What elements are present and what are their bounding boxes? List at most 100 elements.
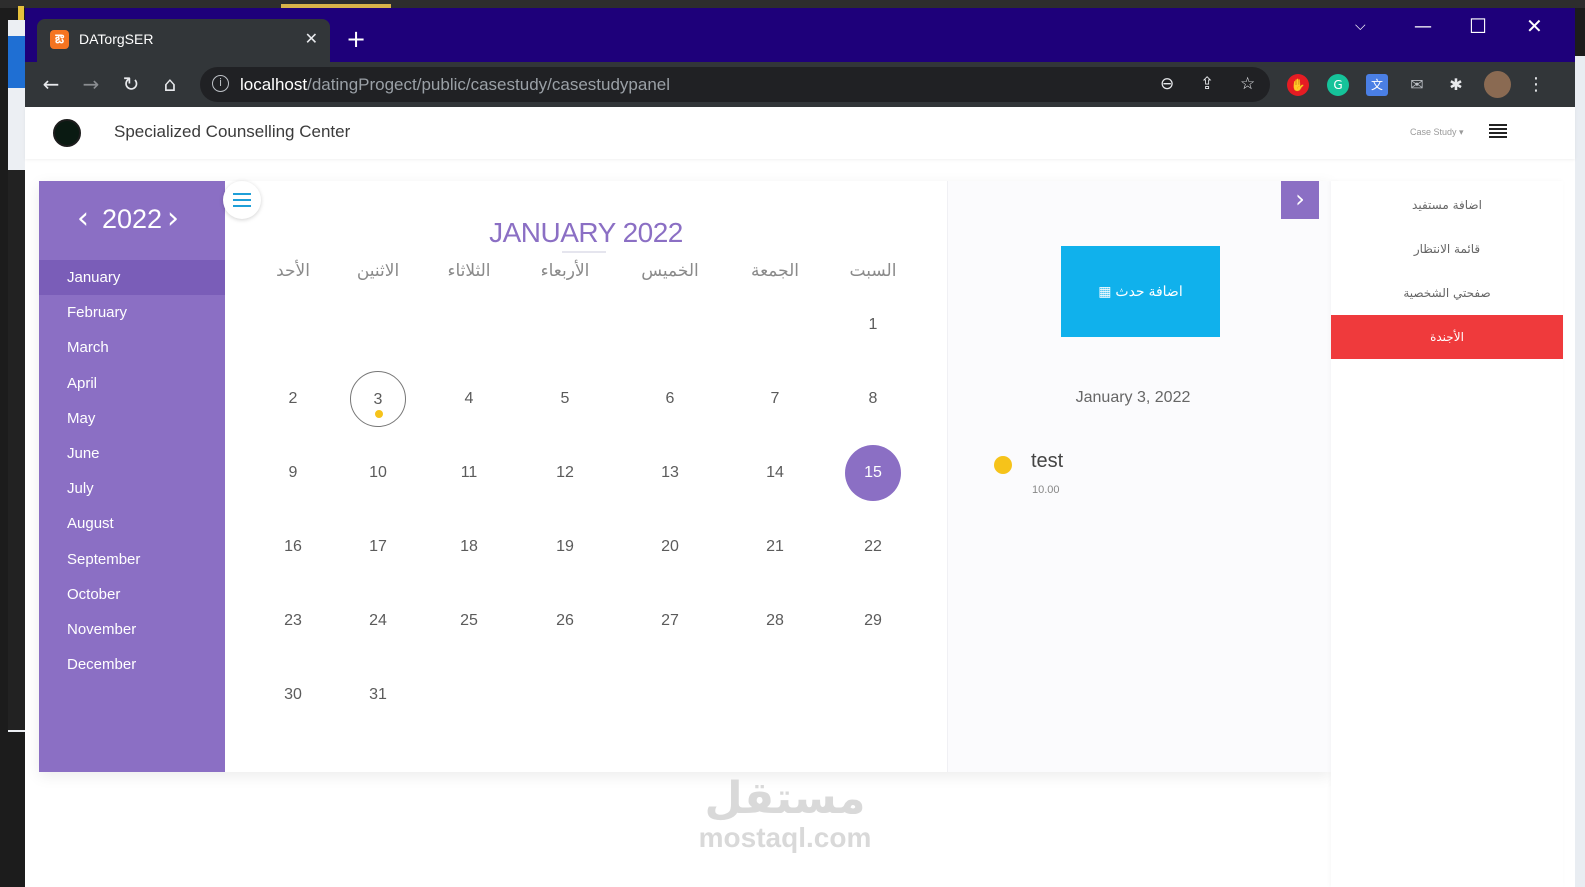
- url-text[interactable]: localhost/datingProgect/public/casestudy…: [240, 75, 670, 95]
- browser-menu-icon[interactable]: ⋮: [1525, 74, 1547, 96]
- year-prev-icon[interactable]: ‹: [77, 199, 89, 239]
- month-item[interactable]: October: [39, 577, 225, 612]
- forward-icon[interactable]: →: [78, 71, 104, 97]
- center-logo[interactable]: [53, 119, 81, 147]
- day-cell[interactable]: 31: [350, 667, 406, 723]
- day-cell[interactable]: 5: [537, 371, 593, 427]
- day-number: 20: [661, 538, 679, 555]
- day-cell[interactable]: 15: [845, 445, 901, 501]
- side-navigation: اضافة مستفيد قائمة الانتظار صفحتي الشخصية ا…: [1331, 181, 1563, 887]
- profile-avatar[interactable]: [1484, 71, 1511, 98]
- watermark: مستقل mostaql.com: [685, 775, 885, 853]
- month-item[interactable]: May: [39, 401, 225, 436]
- add-event-button[interactable]: ▦ اضافة حدث: [1061, 246, 1220, 337]
- side-nav-item[interactable]: صفحتي الشخصية: [1331, 271, 1563, 315]
- grammarly-extension-icon[interactable]: G: [1327, 74, 1349, 96]
- day-cell[interactable]: 24: [350, 593, 406, 649]
- month-item[interactable]: June: [39, 436, 225, 471]
- day-cell[interactable]: 22: [845, 519, 901, 575]
- event-panel: › ▦ اضافة حدث January 3, 2022 test 10.00: [947, 181, 1331, 772]
- desktop-background-window: [8, 20, 26, 732]
- month-item[interactable]: August: [39, 506, 225, 541]
- day-cell[interactable]: 29: [845, 593, 901, 649]
- minimize-icon[interactable]: —: [1414, 16, 1432, 37]
- day-cell[interactable]: 28: [747, 593, 803, 649]
- app-header: Specialized Counselling Center Case Stud…: [25, 107, 1575, 159]
- tab-search-icon[interactable]: ⌵: [1355, 18, 1366, 34]
- adblock-extension-icon[interactable]: ✋: [1287, 74, 1309, 96]
- case-study-dropdown[interactable]: Case Study ▾: [1410, 127, 1464, 138]
- month-item[interactable]: July: [39, 471, 225, 506]
- month-item[interactable]: September: [39, 542, 225, 577]
- day-cell[interactable]: 17: [350, 519, 406, 575]
- day-cell[interactable]: 18: [441, 519, 497, 575]
- close-window-icon[interactable]: ✕: [1526, 14, 1543, 38]
- year-next-icon[interactable]: ›: [167, 199, 179, 239]
- day-cell[interactable]: 4: [441, 371, 497, 427]
- day-cell[interactable]: 1: [845, 297, 901, 353]
- collapse-arrow-icon[interactable]: ›: [1281, 181, 1319, 219]
- day-number: 13: [661, 464, 679, 481]
- side-nav-item[interactable]: اضافة مستفيد: [1331, 183, 1563, 227]
- day-number: 25: [460, 612, 478, 629]
- new-tab-icon[interactable]: +: [346, 27, 366, 51]
- tab-close-icon[interactable]: ✕: [305, 29, 318, 48]
- month-item[interactable]: January: [39, 260, 225, 296]
- day-number: 27: [661, 612, 679, 629]
- day-cell[interactable]: 9: [265, 445, 321, 501]
- bookmark-star-icon[interactable]: ☆: [1240, 74, 1255, 94]
- day-cell[interactable]: 6: [642, 371, 698, 427]
- month-item[interactable]: February: [39, 295, 225, 330]
- hamburger-menu-icon[interactable]: [1489, 124, 1507, 140]
- extensions-puzzle-icon[interactable]: ✱: [1445, 74, 1467, 96]
- back-icon[interactable]: ←: [38, 71, 64, 97]
- month-item[interactable]: November: [39, 612, 225, 647]
- share-icon[interactable]: ⇪: [1200, 74, 1214, 94]
- tab-title: DATorgSER: [79, 31, 154, 47]
- day-cell[interactable]: 7: [747, 371, 803, 427]
- weekday-label: الجمعة: [750, 261, 800, 281]
- day-number: 16: [284, 538, 302, 555]
- day-number: 5: [560, 390, 570, 407]
- event-dot: [375, 410, 383, 418]
- month-item[interactable]: March: [39, 330, 225, 365]
- brand-name: Specialized Counselling Center: [114, 122, 351, 141]
- event-title[interactable]: test: [1031, 450, 1063, 473]
- day-cell[interactable]: 8: [845, 371, 901, 427]
- day-cell[interactable]: 30: [265, 667, 321, 723]
- day-cell[interactable]: 10: [350, 445, 406, 501]
- day-cell[interactable]: 27: [642, 593, 698, 649]
- day-number: 8: [868, 390, 878, 407]
- zoom-icon[interactable]: ⊖: [1160, 74, 1174, 94]
- day-cell[interactable]: 16: [265, 519, 321, 575]
- mail-extension-icon[interactable]: ✉: [1406, 74, 1428, 96]
- maximize-icon[interactable]: ☐: [1469, 14, 1487, 38]
- browser-tab[interactable]: ఔ DATorgSER ✕: [37, 19, 330, 62]
- reload-icon[interactable]: ↻: [118, 71, 144, 97]
- day-cell[interactable]: 25: [441, 593, 497, 649]
- day-cell[interactable]: 26: [537, 593, 593, 649]
- day-cell[interactable]: 13: [642, 445, 698, 501]
- day-cell[interactable]: 3: [350, 371, 406, 427]
- side-nav-item[interactable]: قائمة الانتظار: [1331, 227, 1563, 271]
- day-cell[interactable]: 21: [747, 519, 803, 575]
- home-icon[interactable]: ⌂: [157, 71, 183, 97]
- month-item[interactable]: April: [39, 366, 225, 401]
- day-cell[interactable]: 12: [537, 445, 593, 501]
- calendar-widget: ‹ 20 22 › January February March April May Jun…: [39, 181, 1331, 772]
- address-bar[interactable]: i localhost/datingProgect/public/casestu…: [200, 67, 1270, 102]
- translate-extension-icon[interactable]: 文: [1366, 74, 1388, 96]
- side-nav-item[interactable]: الأجندة: [1331, 315, 1563, 359]
- day-number: 7: [770, 390, 780, 407]
- day-cell[interactable]: 2: [265, 371, 321, 427]
- day-number: 15: [864, 464, 882, 481]
- day-cell[interactable]: 14: [747, 445, 803, 501]
- month-item[interactable]: December: [39, 647, 225, 682]
- site-info-icon[interactable]: i: [212, 75, 229, 92]
- calendar-menu-icon[interactable]: [223, 181, 261, 219]
- day-cell[interactable]: 23: [265, 593, 321, 649]
- day-cell[interactable]: 11: [441, 445, 497, 501]
- day-number: 29: [864, 612, 882, 629]
- day-cell[interactable]: 20: [642, 519, 698, 575]
- day-cell[interactable]: 19: [537, 519, 593, 575]
